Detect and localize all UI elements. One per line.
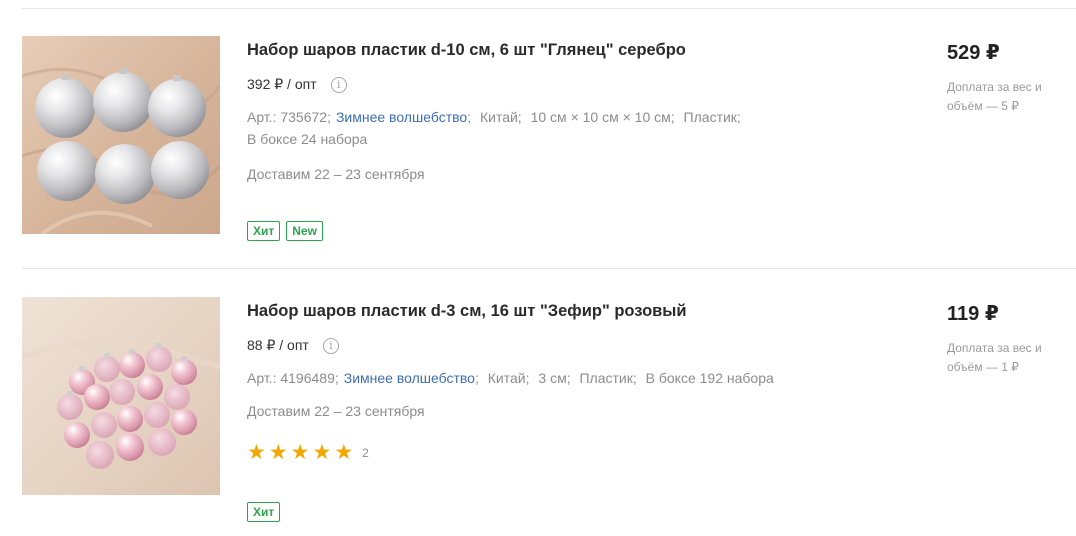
article-number: Арт.: 735672; <box>247 109 331 125</box>
top-divider <box>22 8 1076 9</box>
product-title[interactable]: Набор шаров пластик d-3 см, 16 шт "Зефир… <box>247 302 687 321</box>
rating-stars[interactable]: ★ ★ ★ ★ ★ 2 <box>247 441 369 464</box>
surcharge-note: Доплата за вес и объём — 5 ₽ <box>947 80 1042 113</box>
delivery-date: Доставим 22 – 23 сентября <box>247 166 425 182</box>
badges: Хит New <box>247 221 323 241</box>
product-card: Набор шаров пластик d-3 см, 16 шт "Зефир… <box>22 297 1076 533</box>
product-meta: Арт.: 735672; Зимнее волшебство; Китай; 1… <box>247 109 741 147</box>
unit-price: 88 ₽ / опт i <box>247 337 339 354</box>
box-quantity: В боксе 192 набора <box>645 370 774 386</box>
product-meta: Арт.: 4196489; Зимнее волшебство; Китай; … <box>247 370 774 386</box>
star-icon: ★ <box>334 441 354 464</box>
box-quantity: В боксе 24 набора <box>247 131 368 147</box>
info-icon[interactable]: i <box>330 76 347 93</box>
product-divider <box>22 268 1076 269</box>
price: 529 ₽ <box>947 42 1000 64</box>
info-icon[interactable]: i <box>322 337 339 354</box>
size: 3 см; <box>538 370 571 386</box>
unit-price-value: 392 ₽ / опт <box>247 76 317 92</box>
product-title[interactable]: Набор шаров пластик d-10 см, 6 шт "Гляне… <box>247 41 686 60</box>
unit-price: 392 ₽ / опт i <box>247 76 347 93</box>
delivery-date: Доставим 22 – 23 сентября <box>247 403 425 419</box>
rating-count[interactable]: 2 <box>362 446 369 460</box>
star-icon: ★ <box>312 441 332 464</box>
material: Пластик; <box>579 370 637 386</box>
category-link[interactable]: Зимнее волшебство <box>336 109 467 125</box>
badge-hit: Хит <box>247 221 281 241</box>
product-image[interactable] <box>22 36 220 234</box>
product-image[interactable] <box>22 297 220 495</box>
badge-new: New <box>286 221 323 241</box>
category-link[interactable]: Зимнее волшебство <box>344 370 475 386</box>
product-card: Набор шаров пластик d-10 см, 6 шт "Гляне… <box>22 36 1076 256</box>
size: 10 см × 10 см × 10 см; <box>530 109 675 125</box>
badges: Хит <box>247 502 281 522</box>
article-number: Арт.: 4196489; <box>247 370 339 386</box>
country: Китай; <box>479 109 522 125</box>
star-icon: ★ <box>247 441 266 464</box>
surcharge-note: Доплата за вес и объём — 1 ₽ <box>947 341 1042 374</box>
country: Китай; <box>487 370 530 386</box>
badge-hit: Хит <box>247 502 281 522</box>
star-icon: ★ <box>290 441 310 464</box>
material: Пластик; <box>683 109 741 125</box>
unit-price-value: 88 ₽ / опт <box>247 337 309 353</box>
star-icon: ★ <box>268 441 288 464</box>
price: 119 ₽ <box>947 303 999 325</box>
